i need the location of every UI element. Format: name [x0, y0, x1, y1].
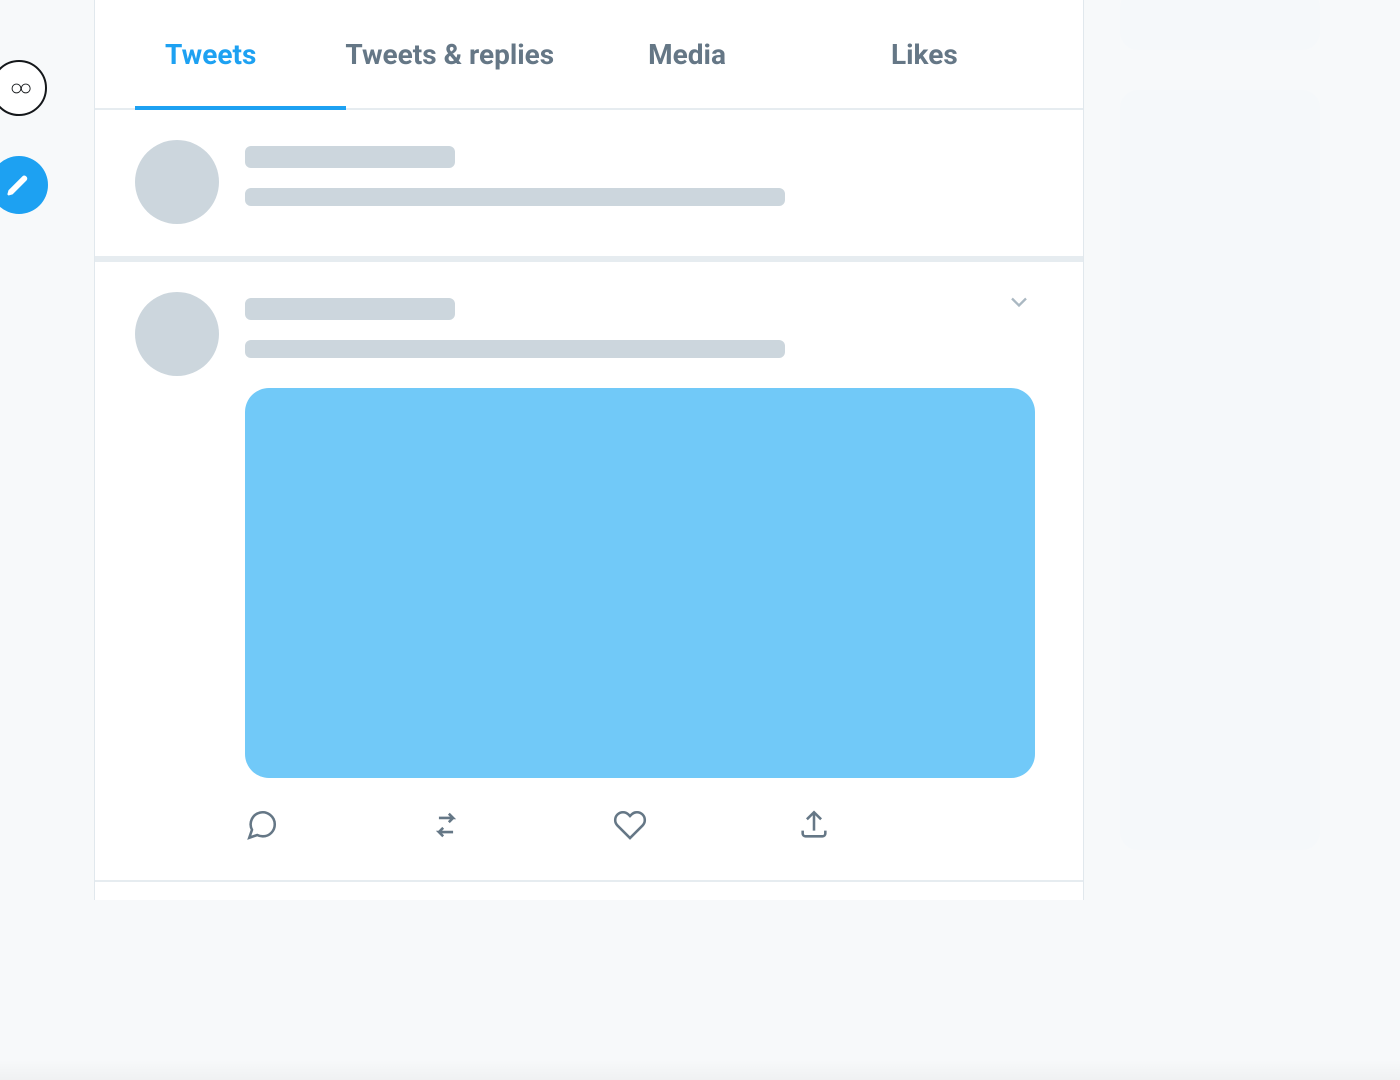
sidebar-card-placeholder [1120, 90, 1320, 850]
avatar-placeholder [135, 292, 219, 376]
skeleton-line [245, 146, 455, 168]
share-icon [797, 808, 831, 842]
tab-likes[interactable]: Likes [806, 0, 1043, 108]
chevron-down-icon [1005, 288, 1033, 316]
tab-media[interactable]: Media [568, 0, 805, 108]
left-nav-rail: ○○ [0, 60, 48, 214]
bottom-shadow [0, 1060, 1400, 1080]
like-icon [613, 808, 647, 842]
more-circle-icon[interactable]: ○○ [0, 60, 47, 116]
profile-tabs: Tweets Tweets & replies Media Likes [95, 0, 1083, 110]
like-button[interactable] [613, 808, 647, 846]
tweet-placeholder [95, 262, 1083, 882]
skeleton-line [245, 298, 455, 320]
tweet-action-bar [245, 808, 1043, 850]
reply-icon [245, 808, 279, 842]
profile-timeline: Tweets Tweets & replies Media Likes [94, 0, 1084, 900]
retweet-icon [429, 808, 463, 842]
tab-tweets-replies[interactable]: Tweets & replies [331, 0, 568, 108]
skeleton-line [245, 188, 785, 206]
tweet-media-placeholder[interactable] [245, 388, 1035, 778]
reply-button[interactable] [245, 808, 279, 846]
right-sidebar [1120, 0, 1320, 870]
sidebar-card-placeholder [1120, 0, 1320, 50]
avatar-placeholder [135, 140, 219, 224]
share-button[interactable] [797, 808, 831, 846]
feather-icon [5, 171, 33, 199]
retweet-button[interactable] [429, 808, 463, 846]
skeleton-line [245, 340, 785, 358]
compose-tweet-button[interactable] [0, 156, 48, 214]
tab-tweets[interactable]: Tweets [135, 0, 331, 108]
tweet-menu-button[interactable] [1005, 288, 1033, 320]
tweet-placeholder [95, 110, 1083, 262]
